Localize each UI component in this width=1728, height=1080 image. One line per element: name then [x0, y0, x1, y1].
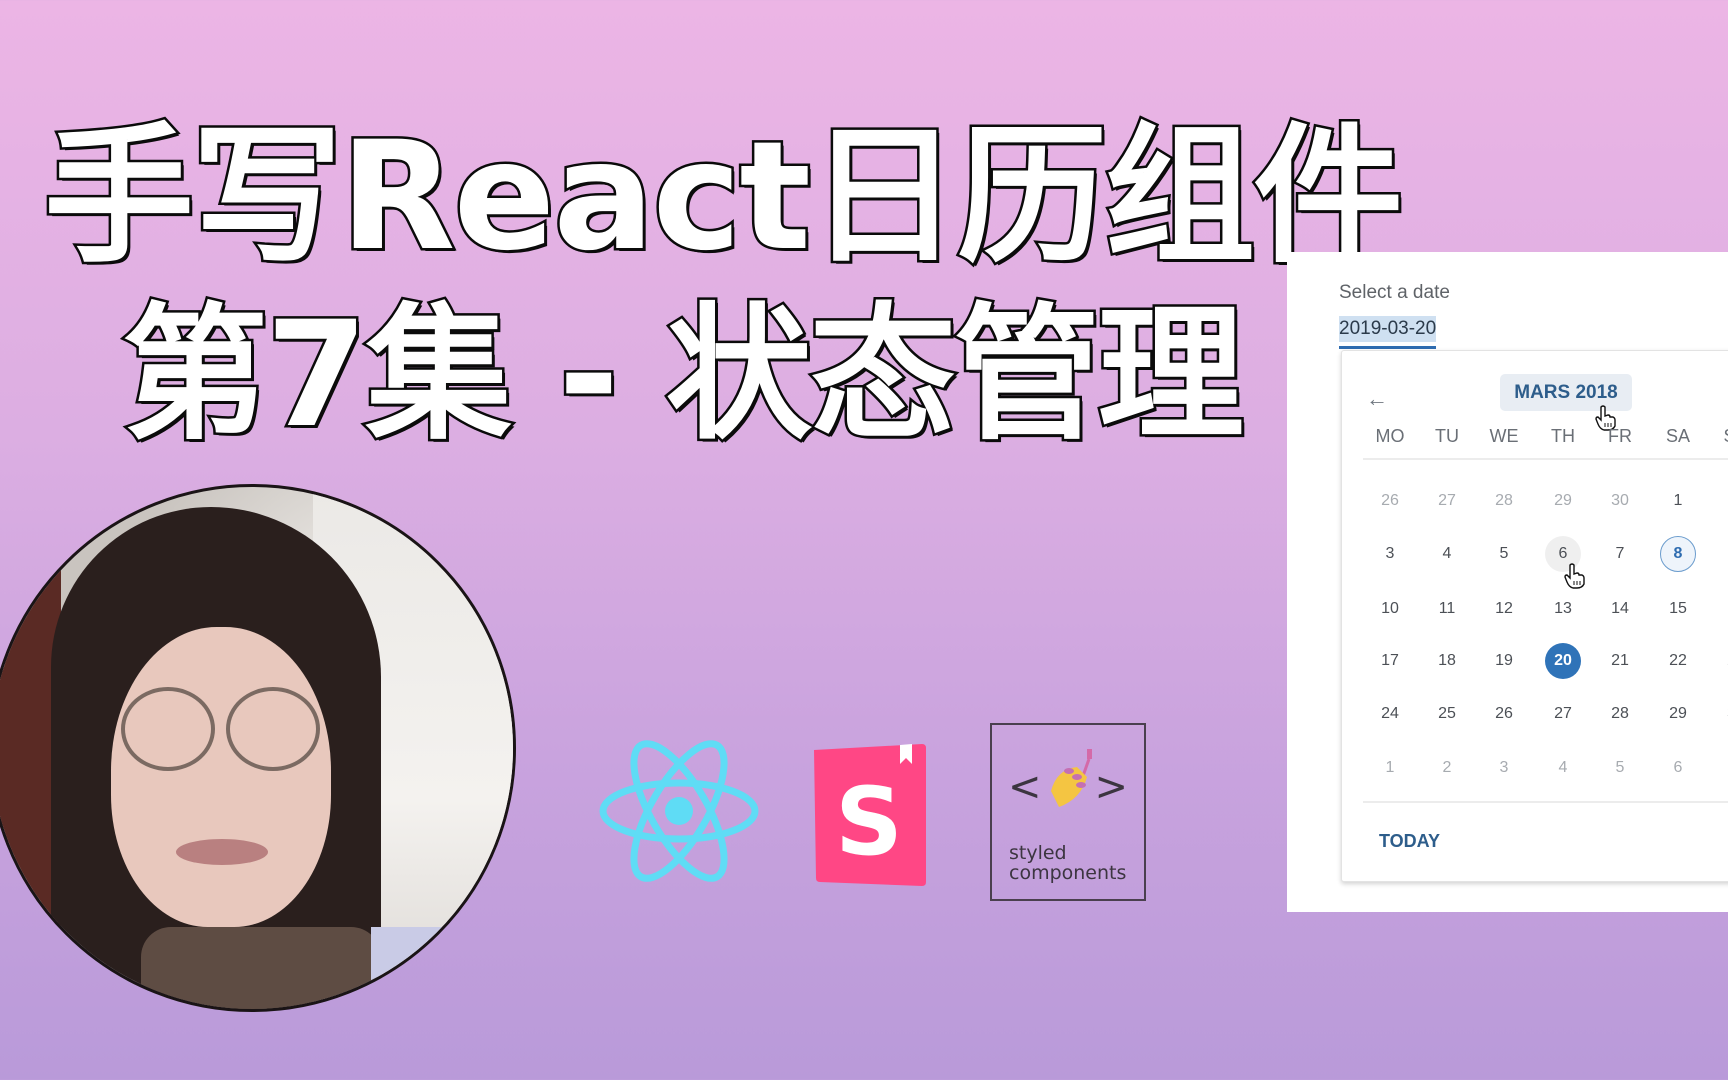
presenter-sweater [141, 927, 381, 1009]
day-cell[interactable]: 30 [1718, 696, 1728, 732]
nail-polish-icon [1051, 749, 1092, 807]
day-cell[interactable]: 14 [1602, 591, 1638, 627]
date-input-underline [1339, 346, 1436, 349]
calendar-popover: ← MARS 2018 MOTUWETHFRSASU 2627282930123… [1341, 350, 1728, 882]
day-cell[interactable]: 28 [1602, 696, 1638, 732]
day-cell[interactable]: 9 [1718, 536, 1728, 572]
day-cell[interactable]: 27 [1429, 483, 1465, 519]
presenter-webcam [0, 484, 516, 1012]
day-cell[interactable]: 21 [1602, 643, 1638, 679]
day-cell[interactable]: 26 [1372, 483, 1408, 519]
day-cell[interactable]: 30 [1602, 483, 1638, 519]
day-cell[interactable]: 13 [1545, 591, 1581, 627]
date-input[interactable]: 2019-03-20 [1339, 316, 1437, 342]
weekday-th: TH [1551, 426, 1575, 446]
day-cell[interactable]: 23 [1718, 643, 1728, 679]
weekday-divider [1363, 458, 1728, 460]
bracket-left: < [1008, 764, 1042, 810]
day-cell[interactable]: 11 [1429, 591, 1465, 627]
weekday-su: SU [1711, 426, 1728, 447]
day-cell[interactable]: 15 [1660, 591, 1696, 627]
title-line-2: 第7集 - 状态管理 [120, 290, 1247, 461]
day-cell[interactable]: 4 [1429, 536, 1465, 572]
day-cell[interactable]: 2 [1429, 750, 1465, 786]
day-cell[interactable]: 3 [1486, 750, 1522, 786]
arrow-left-icon: ← [1366, 386, 1388, 411]
day-cell[interactable]: 1 [1660, 483, 1696, 519]
day-cell[interactable]: 5 [1486, 536, 1522, 572]
title-line-1: 手写React日历组件 [41, 110, 1405, 285]
storybook-letter: S [835, 768, 903, 877]
day-cell[interactable]: 17 [1372, 643, 1408, 679]
presenter-shirt [371, 927, 511, 1009]
day-cell[interactable]: 12 [1486, 591, 1522, 627]
day-cell[interactable]: 16 [1718, 591, 1728, 627]
day-cell[interactable]: 24 [1372, 696, 1408, 732]
styled-components-label: styled components [1009, 842, 1127, 884]
day-cell[interactable]: 26 [1486, 696, 1522, 732]
day-cell[interactable]: 29 [1660, 696, 1696, 732]
day-cell[interactable]: 25 [1429, 696, 1465, 732]
datepicker-panel: Select a date 2019-03-20 ← MARS 2018 MO T… [1287, 252, 1728, 912]
day-cell-today[interactable]: 8 [1660, 536, 1696, 572]
footer-divider [1363, 801, 1728, 803]
weekday-mo: MO [1375, 426, 1405, 446]
day-cell[interactable]: 1 [1372, 750, 1408, 786]
weekday-tu: TU [1435, 426, 1459, 446]
weekday-we: WE [1489, 426, 1519, 446]
weekday-fr: FR [1608, 426, 1632, 446]
day-cell[interactable]: 18 [1429, 643, 1465, 679]
today-button[interactable]: TODAY [1379, 831, 1440, 852]
storybook-logo-icon: S [810, 742, 928, 886]
prev-month-button[interactable]: ← [1366, 387, 1388, 411]
weekday-header: MO TU WE TH FR SA SU [1342, 426, 1728, 456]
day-cell[interactable]: 28 [1486, 483, 1522, 519]
day-cell[interactable]: 19 [1486, 643, 1522, 679]
glasses-left [121, 687, 215, 771]
hand-cursor-icon [1564, 563, 1585, 589]
date-field-label: Select a date [1339, 282, 1450, 303]
day-cell[interactable]: 6 [1660, 750, 1696, 786]
styled-components-logo: < > styled components [990, 723, 1146, 901]
day-cell[interactable]: 2 [1718, 483, 1728, 519]
day-cell[interactable]: 27 [1545, 696, 1581, 732]
day-cell[interactable]: 3 [1372, 536, 1408, 572]
presenter-mouth [176, 839, 268, 865]
day-cell-selected[interactable]: 20 [1545, 643, 1581, 679]
day-cell[interactable]: 10 [1372, 591, 1408, 627]
day-cell[interactable]: 29 [1545, 483, 1581, 519]
presenter-face [111, 627, 331, 927]
day-cell[interactable]: 22 [1660, 643, 1696, 679]
day-cell[interactable]: 5 [1602, 750, 1638, 786]
glasses-right [226, 687, 320, 771]
day-cell[interactable]: 4 [1545, 750, 1581, 786]
weekday-sa: SA [1665, 426, 1690, 446]
react-logo-icon [598, 738, 760, 884]
day-cell[interactable]: 7 [1602, 536, 1638, 572]
day-cell[interactable]: 7 [1718, 750, 1728, 786]
